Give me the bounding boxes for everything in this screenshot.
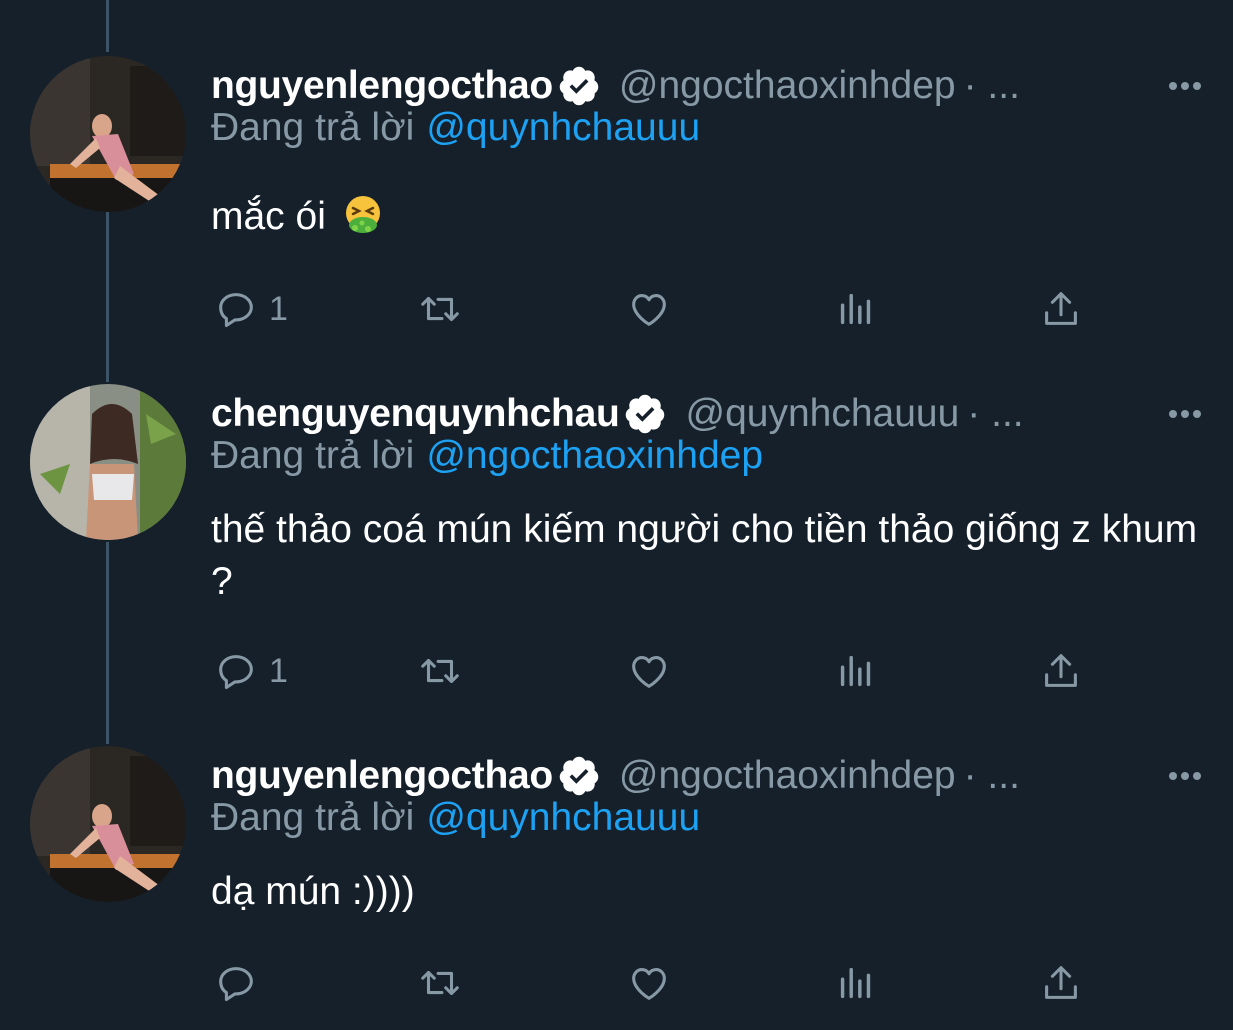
tweet-actions: 1 (0, 284, 1233, 334)
timestamp-separator: · ... (963, 64, 1020, 107)
analytics-icon (840, 655, 871, 687)
reply-count: 1 (269, 651, 288, 690)
handle[interactable]: @ngocthaoxinhdep (619, 64, 956, 108)
reply-icon (219, 967, 253, 1002)
like-button[interactable] (626, 284, 672, 334)
tweet[interactable]: nguyenlengocthao @ngocthaoxinhdep · ... … (0, 746, 1233, 1030)
retweet-icon (421, 970, 459, 996)
reply-button[interactable] (213, 958, 269, 1008)
avatar[interactable] (30, 384, 186, 540)
verified-badge-icon (557, 754, 601, 798)
retweet-button[interactable] (417, 958, 463, 1008)
replying-to: Đang trả lời @ngocthaoxinhdep (211, 434, 763, 478)
tweet-actions (0, 958, 1233, 1008)
timestamp-separator: · ... (963, 754, 1020, 797)
replying-label: Đang trả lời (211, 434, 415, 477)
like-icon (632, 294, 666, 326)
more-icon[interactable] (1165, 66, 1205, 106)
replying-to-handle[interactable]: @quynhchauuu (426, 796, 700, 839)
share-icon (1045, 966, 1077, 999)
display-name[interactable]: chenguyenquynhchau (211, 392, 620, 436)
reply-icon (219, 655, 253, 690)
like-icon (632, 968, 666, 1000)
reply-icon (219, 293, 253, 328)
replying-label: Đang trả lời (211, 106, 415, 149)
reply-button[interactable]: 1 (213, 646, 288, 696)
display-name[interactable]: nguyenlengocthao (211, 754, 553, 798)
tweet-text: thế thảo coá mún kiếm người cho tiền thả… (211, 508, 1198, 603)
retweet-icon (421, 658, 459, 684)
tweet-actions: 1 (0, 646, 1233, 696)
like-button[interactable] (626, 958, 672, 1008)
handle[interactable]: @quynhchauuu (685, 392, 959, 436)
replying-to: Đang trả lời @quynhchauuu (211, 796, 700, 840)
nauseated-vomiting-face-icon (343, 195, 383, 235)
analytics-icon (840, 293, 871, 325)
more-icon[interactable] (1165, 394, 1205, 434)
replying-to-handle[interactable]: @quynhchauuu (426, 106, 700, 149)
thread-line (106, 0, 109, 52)
reply-button[interactable]: 1 (213, 284, 288, 334)
share-icon (1045, 654, 1077, 687)
replying-label: Đang trả lời (211, 796, 415, 839)
timestamp-separator: · ... (967, 392, 1024, 435)
tweet[interactable]: nguyenlengocthao @ngocthaoxinhdep · ... … (0, 56, 1233, 356)
tweet-text: dạ mún :)))) (211, 870, 415, 913)
share-icon (1045, 292, 1077, 325)
handle[interactable]: @ngocthaoxinhdep (619, 754, 956, 798)
verified-badge-icon (557, 64, 601, 108)
share-button[interactable] (1038, 646, 1084, 696)
share-button[interactable] (1038, 958, 1084, 1008)
display-name[interactable]: nguyenlengocthao (211, 64, 553, 108)
retweet-icon (421, 296, 459, 322)
share-button[interactable] (1038, 284, 1084, 334)
verified-badge-icon (623, 392, 667, 436)
replying-to: Đang trả lời @quynhchauuu (211, 106, 700, 150)
avatar[interactable] (30, 746, 186, 902)
avatar[interactable] (30, 56, 186, 212)
like-button[interactable] (626, 646, 672, 696)
retweet-button[interactable] (417, 646, 463, 696)
analytics-button[interactable] (833, 958, 879, 1008)
analytics-button[interactable] (833, 646, 879, 696)
retweet-button[interactable] (417, 284, 463, 334)
analytics-icon (840, 967, 871, 999)
tweet-text-body: mắc ói (211, 195, 326, 238)
analytics-button[interactable] (833, 284, 879, 334)
more-icon[interactable] (1165, 756, 1205, 796)
reply-count: 1 (269, 289, 288, 328)
replying-to-handle[interactable]: @ngocthaoxinhdep (426, 434, 763, 477)
tweet[interactable]: chenguyenquynhchau @quynhchauuu · ... Đa… (0, 384, 1233, 724)
tweet-text: mắc ói (211, 191, 1201, 243)
like-icon (632, 656, 666, 688)
